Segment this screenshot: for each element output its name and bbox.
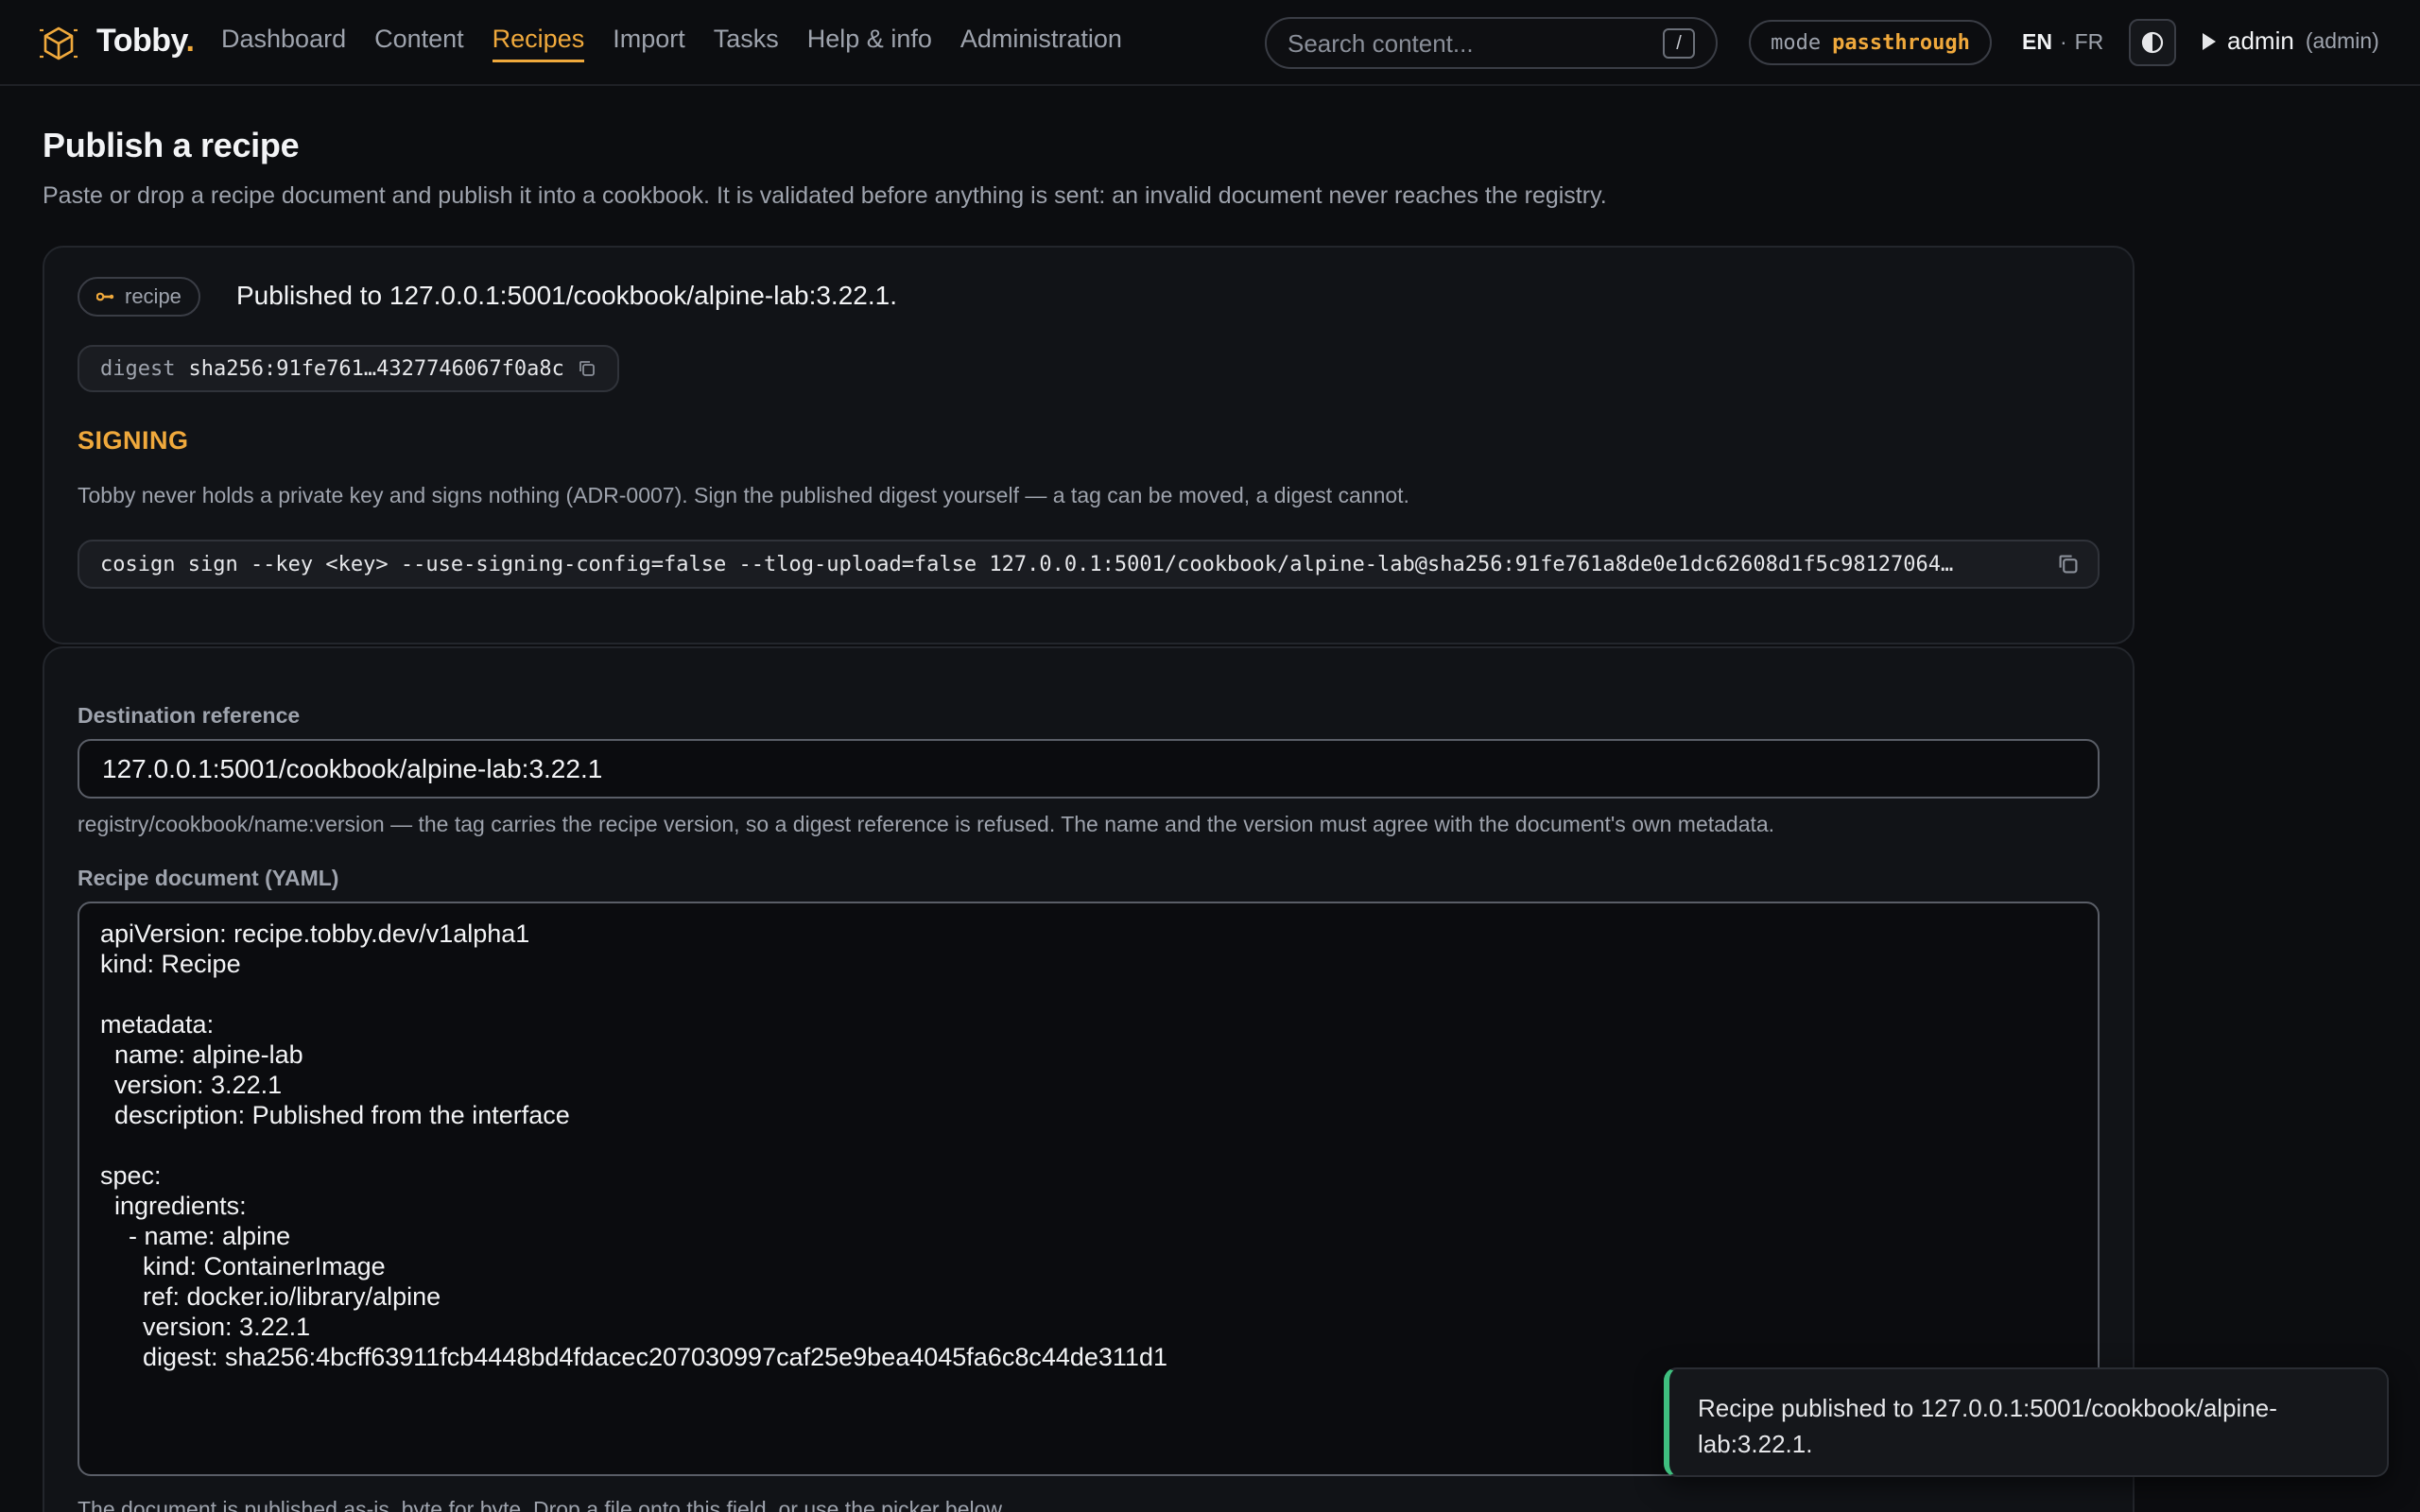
success-toast[interactable]: Recipe published to 127.0.0.1:5001/cookb…: [1664, 1367, 2389, 1477]
signing-heading: SIGNING: [78, 426, 189, 455]
nav-item-administration[interactable]: Administration: [960, 25, 1122, 62]
recipe-document-label: Recipe document (YAML): [78, 866, 339, 890]
nav-item-dashboard[interactable]: Dashboard: [221, 25, 346, 62]
language-switcher: EN · FR: [2022, 29, 2104, 54]
publish-result-message: Published to 127.0.0.1:5001/cookbook/alp…: [236, 281, 897, 310]
contrast-icon: [2141, 31, 2164, 54]
recipe-document-hint: The document is published as-is, byte fo…: [78, 1497, 1008, 1512]
search-box: /: [1265, 17, 1718, 69]
caret-right-icon: [2203, 32, 2216, 50]
nav-item-recipes[interactable]: Recipes: [492, 25, 585, 62]
destination-label: Destination reference: [78, 703, 301, 728]
recipe-type-chip: recipe: [78, 277, 200, 317]
nav-item-import[interactable]: Import: [613, 25, 685, 62]
user-name: admin: [2227, 26, 2294, 55]
destination-hint: registry/cookbook/name:version — the tag…: [78, 812, 1775, 836]
mode-key: mode: [1771, 30, 1822, 55]
page-subtitle: Paste or drop a recipe document and publ…: [43, 182, 1607, 209]
digest-value: sha256:91fe761…4327746067f0a8c: [188, 356, 564, 381]
page-title: Publish a recipe: [43, 126, 300, 164]
search-shortcut-key: /: [1663, 28, 1695, 59]
nav-item-help[interactable]: Help & info: [807, 25, 932, 62]
user-role: (admin): [2305, 28, 2379, 53]
nav-item-content[interactable]: Content: [374, 25, 464, 62]
lang-en[interactable]: EN: [2022, 29, 2052, 54]
copy-icon[interactable]: [2057, 553, 2080, 576]
digest-key: digest: [100, 356, 176, 381]
copy-icon[interactable]: [578, 359, 596, 378]
top-bar: Tobby. Dashboard Content Recipes Import …: [0, 0, 2420, 86]
theme-toggle-button[interactable]: [2129, 19, 2176, 66]
cube-logo-icon[interactable]: [38, 23, 79, 64]
digest-pill: digest sha256:91fe761…4327746067f0a8c: [78, 345, 619, 392]
mode-value: passthrough: [1832, 30, 1970, 55]
user-menu[interactable]: admin (admin): [2203, 26, 2379, 56]
main-nav: Dashboard Content Recipes Import Tasks H…: [221, 25, 1122, 62]
link-icon: [96, 292, 114, 301]
nav-item-tasks[interactable]: Tasks: [714, 25, 779, 62]
cosign-command-text: cosign sign --key <key> --use-signing-co…: [100, 552, 1954, 576]
brand-name[interactable]: Tobby.: [96, 23, 195, 60]
mode-badge: mode passthrough: [1749, 20, 1992, 65]
cosign-command: cosign sign --key <key> --use-signing-co…: [78, 540, 2100, 589]
destination-reference-input[interactable]: [78, 739, 2100, 799]
search-input[interactable]: [1288, 28, 1647, 59]
chip-label: recipe: [125, 284, 182, 308]
lang-fr[interactable]: FR: [2075, 29, 2104, 54]
signing-description: Tobby never holds a private key and sign…: [78, 483, 1409, 507]
